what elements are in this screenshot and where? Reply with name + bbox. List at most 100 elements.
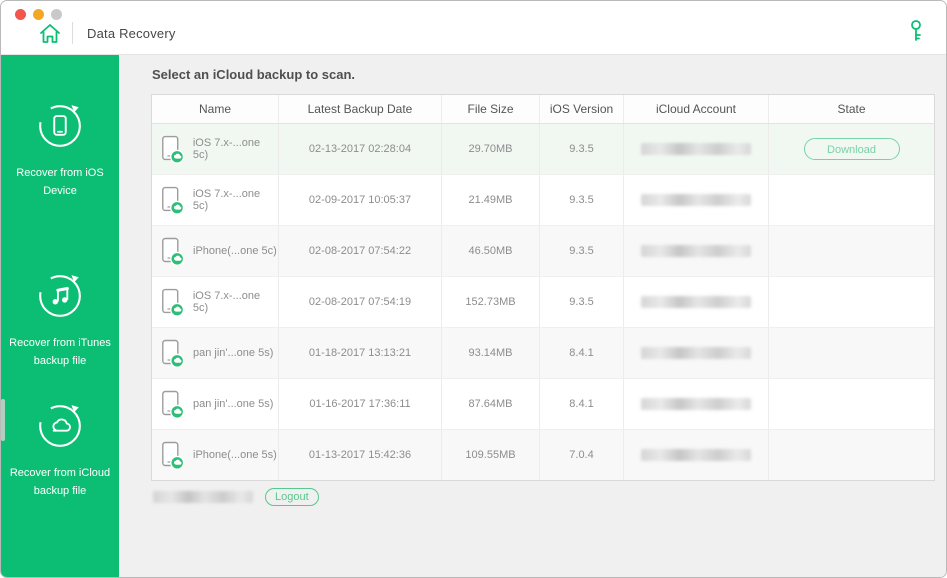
backup-date-cell: 02-13-2017 02:28:04: [279, 124, 442, 174]
backup-size-cell: 87.64MB: [442, 379, 540, 429]
backup-ios-version-cell: 7.0.4: [540, 430, 624, 480]
page-heading: Select an iCloud backup to scan.: [152, 67, 355, 82]
backup-name: iPhone(...one 5c): [193, 245, 277, 257]
redacted-account-text: [641, 296, 751, 308]
backup-state-cell: [769, 328, 934, 378]
register-key-button[interactable]: [908, 19, 924, 43]
column-header-ios-version: iOS Version: [540, 95, 624, 123]
redacted-account-text: [641, 194, 751, 206]
key-icon: [908, 19, 924, 43]
backup-size-cell: 21.49MB: [442, 175, 540, 225]
backup-size-cell: 46.50MB: [442, 226, 540, 276]
close-button[interactable]: [15, 9, 26, 20]
backup-state-cell: Download: [769, 124, 934, 174]
backup-name-cell: iPhone(...one 5c): [152, 226, 279, 276]
backup-name-cell: pan jin'...one 5s): [152, 379, 279, 429]
redacted-account-text: [641, 143, 751, 155]
column-header-file-size: File Size: [442, 95, 540, 123]
sidebar-scrollbar[interactable]: [1, 399, 5, 441]
table-row[interactable]: iPhone(...one 5c) 02-08-2017 07:54:22 46…: [152, 226, 934, 277]
sidebar-item-label: Recover from iOS Device: [1, 164, 119, 200]
backup-account-cell: [624, 328, 769, 378]
backup-account-cell: [624, 226, 769, 276]
itunes-circle-icon: [36, 272, 84, 325]
logout-button[interactable]: Logout: [265, 488, 319, 506]
backup-date-cell: 01-13-2017 15:42:36: [279, 430, 442, 480]
backup-name: iOS 7.x-...one 5c): [193, 290, 278, 314]
column-header-icloud-account: iCloud Account: [624, 95, 769, 123]
title-bar: Data Recovery: [1, 1, 946, 55]
home-button[interactable]: [37, 21, 63, 47]
phone-cloud-backup-icon: [159, 389, 185, 419]
backup-table: Name Latest Backup Date File Size iOS Ve…: [151, 94, 935, 481]
phone-cloud-backup-icon: [159, 185, 185, 215]
download-button[interactable]: Download: [804, 138, 900, 160]
redacted-account-text: [641, 449, 751, 461]
phone-cloud-backup-icon: [159, 440, 185, 470]
backup-name: iPhone(...one 5s): [193, 449, 277, 461]
table-body: iOS 7.x-...one 5c) 02-13-2017 02:28:04 2…: [152, 124, 934, 480]
main-content: Select an iCloud backup to scan. Name La…: [119, 54, 946, 577]
home-icon: [37, 21, 63, 47]
phone-cloud-backup-icon: [159, 236, 185, 266]
backup-account-cell: [624, 430, 769, 480]
redacted-account-text: [641, 398, 751, 410]
backup-ios-version-cell: 8.4.1: [540, 379, 624, 429]
column-header-name: Name: [152, 95, 279, 123]
sidebar-item-label: Recover from iTunes backup file: [1, 334, 119, 370]
backup-ios-version-cell: 9.3.5: [540, 175, 624, 225]
backup-state-cell: [769, 175, 934, 225]
backup-name-cell: iOS 7.x-...one 5c): [152, 175, 279, 225]
backup-account-cell: [624, 379, 769, 429]
backup-date-cell: 01-16-2017 17:36:11: [279, 379, 442, 429]
sidebar-item-recover-ios-device[interactable]: Recover from iOS Device: [1, 102, 119, 200]
app-window: Data Recovery Recover from iOS Device: [0, 0, 947, 578]
traffic-lights: [15, 9, 62, 20]
icloud-circle-icon: [36, 402, 84, 455]
backup-date-cell: 01-18-2017 13:13:21: [279, 328, 442, 378]
column-header-latest-backup-date: Latest Backup Date: [279, 95, 442, 123]
backup-date-cell: 02-08-2017 07:54:22: [279, 226, 442, 276]
minimize-button[interactable]: [33, 9, 44, 20]
sidebar-item-recover-icloud-backup[interactable]: Recover from iCloud backup file: [1, 402, 119, 500]
backup-state-cell: [769, 277, 934, 327]
sidebar-item-label: Recover from iCloud backup file: [1, 464, 119, 500]
backup-ios-version-cell: 8.4.1: [540, 328, 624, 378]
backup-name: iOS 7.x-...one 5c): [193, 137, 278, 161]
zoom-button: [51, 9, 62, 20]
table-row[interactable]: pan jin'...one 5s) 01-18-2017 13:13:21 9…: [152, 328, 934, 379]
phone-cloud-backup-icon: [159, 287, 185, 317]
backup-size-cell: 109.55MB: [442, 430, 540, 480]
backup-state-cell: [769, 379, 934, 429]
sidebar-item-recover-itunes-backup[interactable]: Recover from iTunes backup file: [1, 272, 119, 370]
table-row[interactable]: iOS 7.x-...one 5c) 02-13-2017 02:28:04 2…: [152, 124, 934, 175]
redacted-account-text: [153, 491, 253, 503]
redacted-account-text: [641, 245, 751, 257]
backup-date-cell: 02-09-2017 10:05:37: [279, 175, 442, 225]
backup-ios-version-cell: 9.3.5: [540, 124, 624, 174]
backup-size-cell: 29.70MB: [442, 124, 540, 174]
account-footer: Logout: [153, 488, 319, 506]
backup-name: pan jin'...one 5s): [193, 347, 273, 359]
table-row[interactable]: iOS 7.x-...one 5c) 02-08-2017 07:54:19 1…: [152, 277, 934, 328]
ios-device-circle-icon: [36, 102, 84, 155]
backup-ios-version-cell: 9.3.5: [540, 226, 624, 276]
backup-ios-version-cell: 9.3.5: [540, 277, 624, 327]
phone-cloud-backup-icon: [159, 134, 185, 164]
table-row[interactable]: iOS 7.x-...one 5c) 02-09-2017 10:05:37 2…: [152, 175, 934, 226]
backup-size-cell: 93.14MB: [442, 328, 540, 378]
table-row[interactable]: iPhone(...one 5s) 01-13-2017 15:42:36 10…: [152, 430, 934, 480]
redacted-account-text: [641, 347, 751, 359]
backup-name-cell: iOS 7.x-...one 5c): [152, 124, 279, 174]
backup-state-cell: [769, 226, 934, 276]
header-divider: [72, 22, 73, 44]
backup-account-cell: [624, 124, 769, 174]
backup-date-cell: 02-08-2017 07:54:19: [279, 277, 442, 327]
table-row[interactable]: pan jin'...one 5s) 01-16-2017 17:36:11 8…: [152, 379, 934, 430]
column-header-state: State: [769, 95, 934, 123]
backup-name-cell: iPhone(...one 5s): [152, 430, 279, 480]
table-header-row: Name Latest Backup Date File Size iOS Ve…: [152, 95, 934, 124]
backup-name-cell: iOS 7.x-...one 5c): [152, 277, 279, 327]
phone-cloud-backup-icon: [159, 338, 185, 368]
backup-account-cell: [624, 175, 769, 225]
